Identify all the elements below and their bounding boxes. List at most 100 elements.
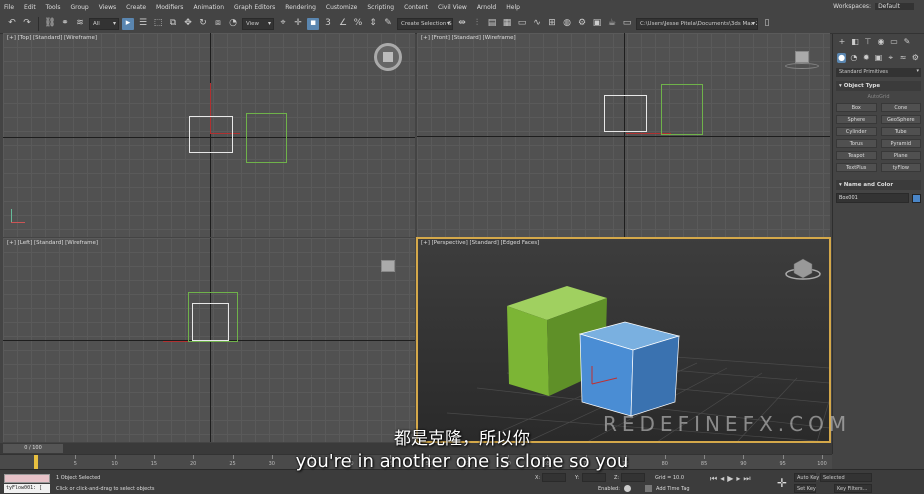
viewport-label-front[interactable]: [+] [Front] [Standard] [Wireframe] (421, 35, 516, 41)
key-filters-button[interactable]: Key Filters... (834, 484, 872, 493)
create-tab-icon[interactable]: + (837, 37, 847, 47)
menu-create[interactable]: Create (126, 4, 146, 11)
render-setup-icon[interactable]: ⚙ (576, 18, 588, 30)
workspace-dropdown[interactable]: Default (875, 3, 914, 10)
object-name-input[interactable]: Box001 (836, 193, 909, 203)
cameras-icon[interactable]: ▣ (874, 53, 883, 63)
pivot-center-icon[interactable]: ⌖ (277, 18, 289, 30)
schematic-view-icon[interactable]: ⊞ (546, 18, 558, 30)
create-box-button[interactable]: Box (836, 103, 877, 112)
create-cone-button[interactable]: Cone (880, 103, 921, 112)
manipulate-icon[interactable]: ✛ (292, 18, 304, 30)
material-editor-icon[interactable]: ◍ (561, 18, 573, 30)
menu-edit[interactable]: Edit (24, 4, 36, 11)
menu-tools[interactable]: Tools (46, 4, 61, 11)
menu-scripting[interactable]: Scripting (367, 4, 394, 11)
edit-named-selection-icon[interactable]: ✎ (382, 18, 394, 30)
layer-explorer-icon[interactable]: ▦ (501, 18, 513, 30)
coord-x-field[interactable] (542, 473, 566, 482)
snaps-toggle-icon[interactable]: 3 (322, 18, 334, 30)
display-tab-icon[interactable]: ▭ (889, 37, 899, 47)
play-icon[interactable]: ▶ (727, 474, 733, 484)
named-selection-dropdown[interactable]: Create Selection Se (397, 17, 453, 30)
reference-coordinate-dropdown[interactable]: View (242, 17, 274, 30)
geometry-icon[interactable]: ● (837, 53, 847, 63)
link-icon[interactable]: ⛓ (44, 18, 56, 30)
scene-explorer-icon[interactable]: ▤ (486, 18, 498, 30)
mirror-icon[interactable]: ⇹ (456, 18, 468, 30)
previous-frame-icon[interactable]: ◂ (720, 474, 724, 484)
menu-animation[interactable]: Animation (193, 4, 224, 11)
create-sphere-button[interactable]: Sphere (836, 115, 877, 124)
viewcube-left[interactable] (381, 260, 395, 272)
create-pyramid-button[interactable]: Pyramid (880, 139, 921, 148)
box001-wireframe-top[interactable] (189, 116, 233, 153)
scale-icon[interactable]: ⧈ (212, 18, 224, 30)
move-icon[interactable]: ✥ (182, 18, 194, 30)
rotate-icon[interactable]: ↻ (197, 18, 209, 30)
utilities-tab-icon[interactable]: ✎ (902, 37, 912, 47)
spinner-snap-icon[interactable]: ⇕ (367, 18, 379, 30)
object-type-rollout[interactable]: ▾ Object Type (836, 81, 921, 91)
auto-key-button[interactable]: Auto Key (794, 473, 819, 482)
time-tag-icon[interactable] (645, 485, 652, 492)
folder-icon[interactable]: ▭ (621, 18, 633, 30)
viewcube-front[interactable] (795, 51, 809, 63)
project-folder-icon[interactable]: ▯ (761, 18, 773, 30)
viewport-label-top[interactable]: [+] [Top] [Standard] [Wireframe] (7, 35, 97, 41)
object-color-swatch[interactable] (912, 193, 921, 203)
shapes-icon[interactable]: ◔ (849, 53, 858, 63)
selection-filter-dropdown[interactable]: All (89, 17, 119, 30)
lights-icon[interactable]: ✹ (862, 53, 871, 63)
viewcube-top[interactable] (374, 43, 402, 71)
create-textplus-button[interactable]: TextPlus (836, 163, 877, 172)
menu-content[interactable]: Content (404, 4, 428, 11)
coord-z-field[interactable] (621, 473, 645, 482)
menu-arnold[interactable]: Arnold (477, 4, 496, 11)
name-color-rollout[interactable]: ▾ Name and Color (836, 180, 921, 190)
create-torus-button[interactable]: Torus (836, 139, 877, 148)
menu-civil-view[interactable]: Civil View (438, 4, 467, 11)
viewport-front[interactable]: [+] [Front] [Standard] [Wireframe] (417, 33, 830, 237)
autogrid-checkbox[interactable]: AutoGrid (833, 94, 924, 100)
window-crossing-icon[interactable]: ⧉ (167, 18, 179, 30)
rectangular-selection-icon[interactable]: ⬚ (152, 18, 164, 30)
render-production-icon[interactable]: ☕ (606, 18, 618, 30)
enabled-toggle-icon[interactable] (624, 485, 631, 492)
viewport-label-left[interactable]: [+] [Left] [Standard] [Wireframe] (7, 240, 98, 246)
redo-icon[interactable]: ↷ (21, 18, 33, 30)
menu-group[interactable]: Group (70, 4, 88, 11)
percent-snap-icon[interactable]: % (352, 18, 364, 30)
angle-snap-icon[interactable]: ∠ (337, 18, 349, 30)
box-green-wireframe-front[interactable] (661, 84, 703, 135)
box001-wireframe-left[interactable] (192, 303, 229, 341)
hierarchy-tab-icon[interactable]: ⊤ (863, 37, 873, 47)
primitive-type-dropdown[interactable]: Standard Primitives (836, 68, 921, 77)
space-warps-icon[interactable]: ≈ (898, 53, 907, 63)
box001-wireframe-front[interactable] (604, 95, 647, 132)
rendered-frame-window-icon[interactable]: ▣ (591, 18, 603, 30)
motion-tab-icon[interactable]: ◉ (876, 37, 886, 47)
create-cylinder-button[interactable]: Cylinder (836, 127, 877, 136)
project-path-dropdown[interactable]: C:\Users\Jesse Pitela\Documents\3ds Max … (636, 17, 758, 30)
place-icon[interactable]: ◔ (227, 18, 239, 30)
menu-graph-editors[interactable]: Graph Editors (234, 4, 275, 11)
create-tyflow-button[interactable]: tyFlow (880, 163, 921, 172)
curve-editor-icon[interactable]: ∿ (531, 18, 543, 30)
ribbon-icon[interactable]: ▭ (516, 18, 528, 30)
menu-file[interactable]: File (4, 4, 14, 11)
helpers-icon[interactable]: ⌖ (886, 53, 895, 63)
go-to-end-icon[interactable]: ⏭ (743, 474, 750, 484)
modify-tab-icon[interactable]: ◧ (850, 37, 860, 47)
create-geosphere-button[interactable]: GeoSphere (880, 115, 921, 124)
workspace-selector[interactable]: Workspaces: Default (833, 3, 914, 10)
create-plane-button[interactable]: Plane (880, 151, 921, 160)
key-mode-icon[interactable]: ✛ (777, 476, 787, 490)
menu-customize[interactable]: Customize (326, 4, 358, 11)
menu-help[interactable]: Help (506, 4, 520, 11)
coord-y-field[interactable] (582, 473, 606, 482)
menu-views[interactable]: Views (99, 4, 116, 11)
create-tube-button[interactable]: Tube (880, 127, 921, 136)
select-by-name-icon[interactable]: ☰ (137, 18, 149, 30)
viewport-left[interactable]: [+] [Left] [Standard] [Wireframe] (3, 238, 415, 442)
